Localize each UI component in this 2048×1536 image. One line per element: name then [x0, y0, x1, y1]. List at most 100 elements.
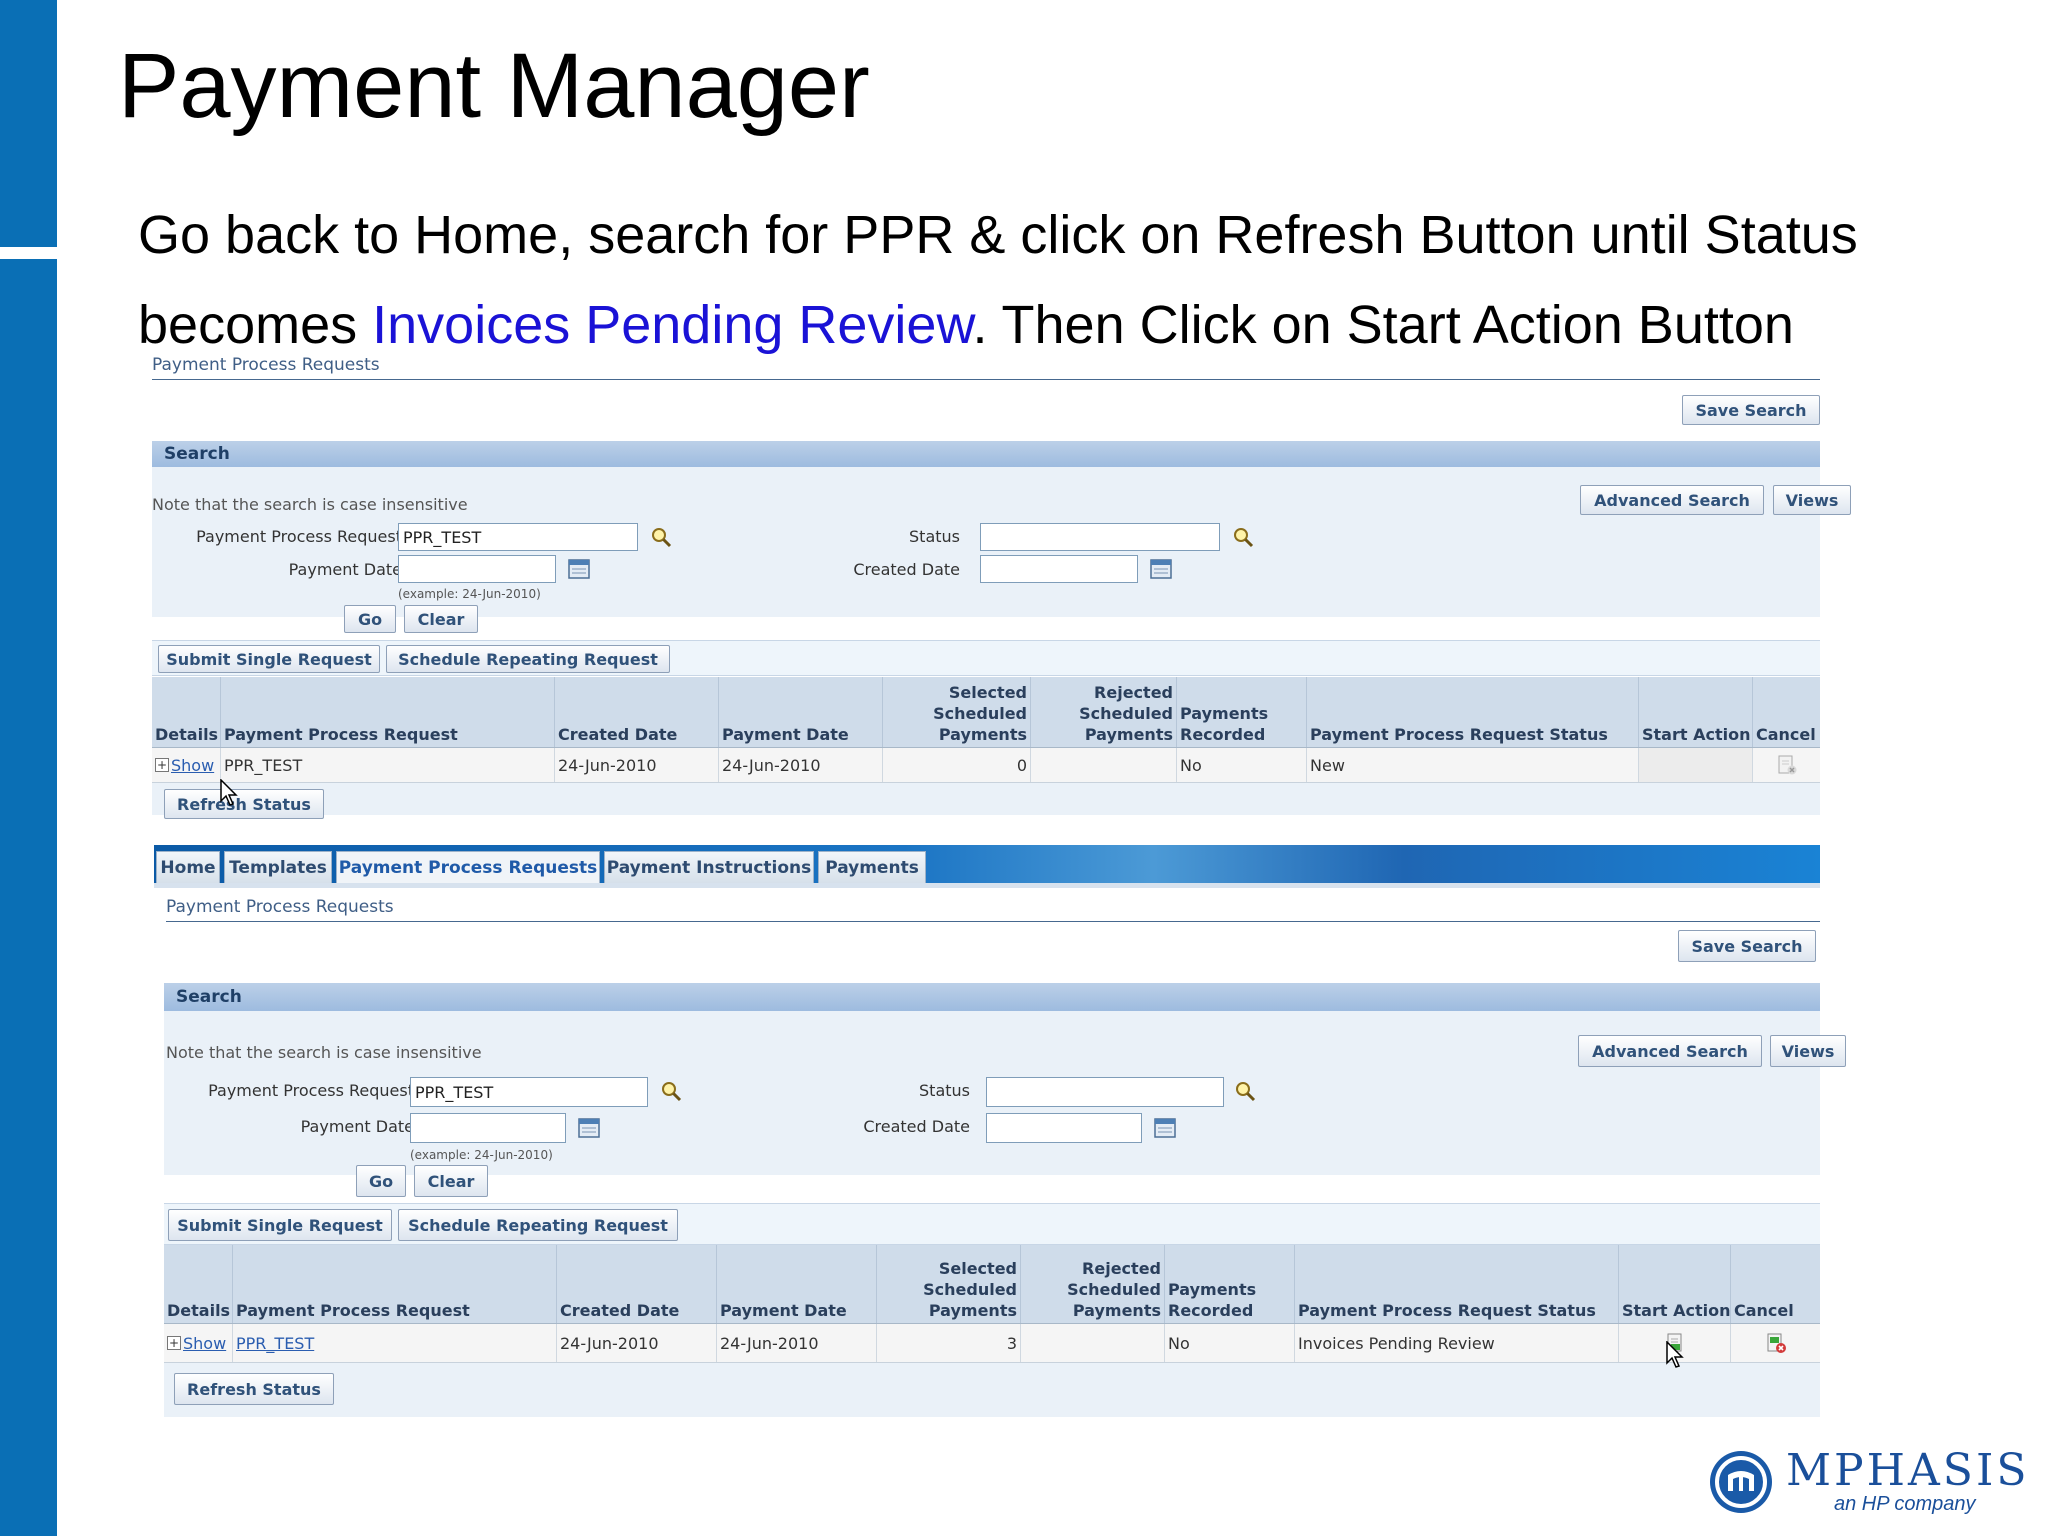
created-date-input[interactable]: [986, 1113, 1142, 1143]
column-header-rejected: Rejected Scheduled Payments: [1020, 1245, 1164, 1323]
ppr-label: Payment Process Request: [196, 527, 402, 546]
mphasis-logo: MPHASIS an HP company: [1710, 1445, 2026, 1520]
status-input[interactable]: [980, 523, 1220, 551]
rejected-payments-cell: [1030, 748, 1176, 782]
ppr-link[interactable]: PPR_TEST: [236, 1334, 314, 1353]
logo-tagline: an HP company: [1834, 1493, 1976, 1515]
title-underline: [166, 921, 1820, 922]
column-header-start-action: Start Action: [1638, 677, 1752, 747]
cancel-cell: [1730, 1324, 1820, 1362]
column-header-status: Payment Process Request Status: [1306, 677, 1638, 747]
expand-icon[interactable]: +: [155, 758, 169, 772]
date-example: (example: 24-Jun-2010): [410, 1148, 553, 1162]
logo-emblem: [1710, 1451, 1772, 1513]
ppr-input[interactable]: PPR_TEST: [398, 523, 638, 551]
tab-payment-process-requests[interactable]: Payment Process Requests: [336, 851, 600, 883]
column-header-created-date: Created Date: [554, 677, 718, 747]
calendar-icon[interactable]: [1150, 559, 1172, 579]
save-search-button[interactable]: Save Search: [1682, 395, 1820, 425]
clear-button[interactable]: Clear: [404, 605, 478, 633]
status-input[interactable]: [986, 1077, 1224, 1107]
search-icon[interactable]: [1234, 1080, 1256, 1102]
refresh-status-button[interactable]: Refresh Status: [174, 1373, 334, 1405]
tab-home[interactable]: Home: [156, 851, 220, 883]
search-icon[interactable]: [650, 526, 672, 548]
details-cell: + Show: [164, 1324, 232, 1362]
created-date-cell: 24-Jun-2010: [556, 1324, 716, 1362]
payment-date-cell: 24-Jun-2010: [716, 1324, 876, 1362]
table-header: Details Payment Process Request Created …: [164, 1245, 1820, 1323]
status-label: Status: [919, 1081, 970, 1100]
mouse-cursor-icon: [220, 779, 238, 806]
title-underline: [152, 379, 1820, 380]
table-footer: [152, 783, 1820, 815]
views-button[interactable]: Views: [1770, 1035, 1846, 1067]
cancel-icon[interactable]: [1765, 1332, 1787, 1354]
slide-accent-bar: [0, 0, 57, 247]
column-header-selected: Selected Scheduled Payments: [882, 677, 1030, 747]
details-cell: + Show: [152, 748, 220, 782]
case-note: Note that the search is case insensitive: [166, 1043, 482, 1062]
page-title: Payment Process Requests: [166, 897, 394, 917]
clear-button[interactable]: Clear: [414, 1165, 488, 1197]
date-example: (example: 24-Jun-2010): [398, 587, 541, 601]
column-header-recorded: Payments Recorded: [1164, 1245, 1294, 1323]
tab-payment-instructions[interactable]: Payment Instructions: [604, 851, 814, 883]
expand-icon[interactable]: +: [167, 1336, 181, 1350]
start-action-cell: [1638, 748, 1752, 782]
column-header-details: Details: [155, 725, 219, 744]
show-link[interactable]: Show: [183, 1334, 226, 1353]
show-link[interactable]: Show: [171, 756, 214, 775]
calendar-icon[interactable]: [578, 1118, 600, 1138]
payment-date-input[interactable]: [410, 1113, 566, 1143]
search-icon[interactable]: [1232, 526, 1254, 548]
ppr-screenshot-after: Home Templates Payment Process Requests …: [150, 845, 1846, 1420]
column-header-created-date: Created Date: [556, 1245, 716, 1323]
slide-title: Payment Manager: [118, 35, 870, 137]
cancel-icon: [1778, 755, 1796, 775]
ppr-label: Payment Process Request: [208, 1081, 414, 1100]
slide-accent-bar: [0, 259, 57, 1536]
go-button[interactable]: Go: [356, 1165, 406, 1197]
search-icon[interactable]: [660, 1080, 682, 1102]
search-header: Search: [152, 441, 1820, 467]
go-button[interactable]: Go: [344, 605, 396, 633]
advanced-search-button[interactable]: Advanced Search: [1578, 1035, 1762, 1067]
advanced-search-button[interactable]: Advanced Search: [1580, 485, 1764, 515]
column-header-cancel: Cancel: [1730, 1245, 1820, 1323]
column-header-payment-date: Payment Date: [718, 677, 882, 747]
schedule-repeating-request-button[interactable]: Schedule Repeating Request: [398, 1209, 678, 1241]
calendar-icon[interactable]: [568, 559, 590, 579]
tab-payments[interactable]: Payments: [818, 851, 926, 883]
column-header-ppr: Payment Process Request: [220, 677, 554, 747]
column-header-rejected: Rejected Scheduled Payments: [1030, 677, 1176, 747]
save-search-button[interactable]: Save Search: [1678, 930, 1816, 962]
logo-wordmark: MPHASIS: [1786, 1445, 2030, 1496]
cancel-cell: [1752, 748, 1820, 782]
created-date-label: Created Date: [853, 560, 960, 579]
created-date-input[interactable]: [980, 555, 1138, 583]
selected-payments-cell: 3: [876, 1324, 1020, 1362]
table-header: Details Payment Process Request Created …: [152, 677, 1820, 747]
column-header-ppr: Payment Process Request: [232, 1245, 556, 1323]
column-header-cancel: Cancel: [1752, 677, 1820, 747]
calendar-icon[interactable]: [1154, 1118, 1176, 1138]
column-header-status: Payment Process Request Status: [1294, 1245, 1618, 1323]
status-cell: New: [1306, 748, 1638, 782]
slide-instruction: Go back to Home, search for PPR & click …: [138, 190, 1978, 370]
table-footer: [164, 1363, 1820, 1417]
column-header-payment-date: Payment Date: [716, 1245, 876, 1323]
views-button[interactable]: Views: [1773, 485, 1851, 515]
tab-templates[interactable]: Templates: [224, 851, 332, 883]
ppr-cell: PPR_TEST: [220, 748, 554, 782]
submit-single-request-button[interactable]: Submit Single Request: [158, 645, 380, 673]
ppr-input[interactable]: PPR_TEST: [410, 1077, 648, 1107]
payment-date-input[interactable]: [398, 555, 556, 583]
refresh-status-button[interactable]: Refresh Status: [164, 789, 324, 819]
created-date-label: Created Date: [863, 1117, 970, 1136]
ppr-screenshot-before: Payment Process Requests Save Search Sea…: [150, 355, 1851, 819]
payment-date-label: Payment Date: [300, 1117, 414, 1136]
schedule-repeating-request-button[interactable]: Schedule Repeating Request: [386, 645, 670, 673]
instruction-highlight: Invoices Pending Review: [372, 295, 973, 355]
submit-single-request-button[interactable]: Submit Single Request: [168, 1209, 392, 1241]
